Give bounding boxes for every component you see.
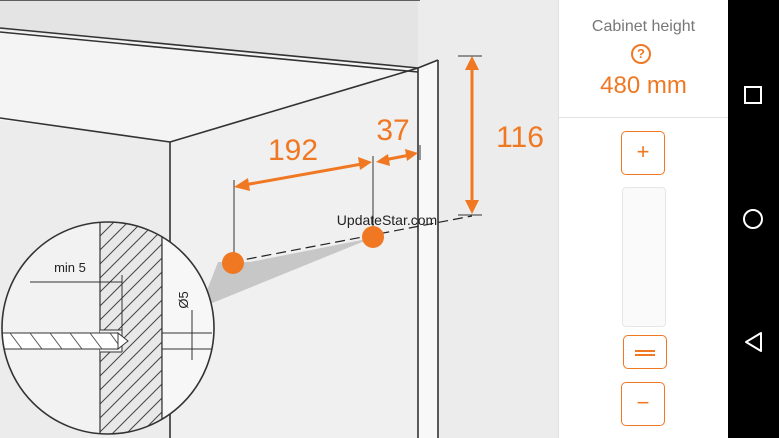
- increase-height-button[interactable]: +: [621, 131, 665, 175]
- dimension-label-192: 192: [268, 134, 318, 167]
- recents-button[interactable]: [728, 70, 779, 120]
- home-icon: [743, 209, 763, 229]
- drill-hole-marker: [222, 252, 244, 274]
- help-icon[interactable]: ?: [631, 44, 651, 64]
- dimension-label-37: 37: [376, 114, 409, 147]
- min-label: min 5: [54, 260, 86, 275]
- height-slider-handle[interactable]: [623, 335, 667, 369]
- drill-bit: [2, 331, 129, 351]
- watermark-text: UpdateStar.com: [337, 212, 437, 228]
- drag-handle-icon: [635, 354, 655, 356]
- cabinet-height-title: Cabinet height: [591, 18, 696, 35]
- home-button[interactable]: [728, 194, 779, 244]
- height-control-panel: Cabinet height ? 480 mm + −: [558, 0, 728, 438]
- recents-icon: [744, 86, 762, 104]
- panel-divider: [559, 117, 728, 118]
- cabinet-front-edge: [418, 60, 438, 438]
- diameter-label: Ø5: [176, 291, 191, 308]
- drill-hole-marker: [362, 226, 384, 248]
- cabinet-height-value: 480 mm: [600, 72, 687, 99]
- drag-handle-icon: [635, 350, 655, 352]
- decrease-height-button[interactable]: −: [621, 382, 665, 426]
- back-icon: [745, 332, 762, 352]
- dimension-label-116: 116: [496, 121, 544, 154]
- height-slider-track[interactable]: [622, 187, 666, 327]
- back-button[interactable]: [728, 317, 779, 367]
- cabinet-drilling-illustration: 192 37 116 UpdateStar.com min 5 Ø5: [0, 0, 558, 438]
- android-nav-bar: [728, 0, 779, 438]
